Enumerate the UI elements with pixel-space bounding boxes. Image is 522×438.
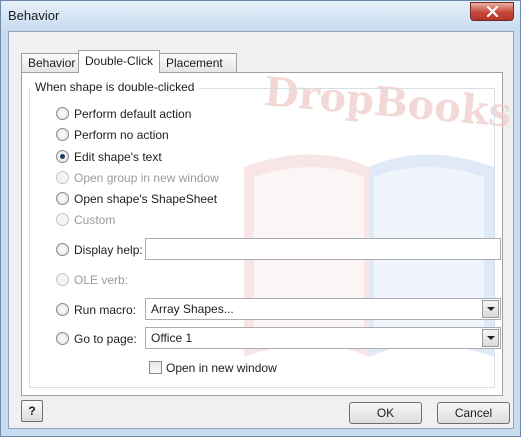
option-display-help[interactable]: Display help: xyxy=(56,242,143,258)
option-open-group: Open group in new window xyxy=(56,170,219,186)
tab-behavior[interactable]: Behavior xyxy=(21,53,79,72)
ok-button[interactable]: OK xyxy=(349,402,422,424)
option-ole-verb: OLE verb: xyxy=(56,272,128,288)
close-button[interactable] xyxy=(470,2,514,21)
radio-icon[interactable] xyxy=(56,128,69,141)
close-icon xyxy=(486,6,499,17)
help-icon: ? xyxy=(28,404,36,418)
radio-icon[interactable] xyxy=(56,332,69,345)
radio-icon[interactable] xyxy=(56,107,69,120)
radio-disabled-icon xyxy=(56,213,69,226)
radio-icon[interactable] xyxy=(56,303,69,316)
option-perform-default[interactable]: Perform default action xyxy=(56,106,191,122)
option-perform-no-action[interactable]: Perform no action xyxy=(56,127,169,143)
go-to-page-value: Office 1 xyxy=(151,331,193,345)
radio-icon[interactable] xyxy=(56,243,69,256)
option-custom: Custom xyxy=(56,212,115,228)
help-button[interactable]: ? xyxy=(21,400,43,422)
go-to-page-select[interactable]: Office 1 xyxy=(145,327,501,349)
run-macro-value: Array Shapes... xyxy=(151,302,234,316)
option-run-macro[interactable]: Run macro: xyxy=(56,302,136,318)
run-macro-select[interactable]: Array Shapes... xyxy=(145,298,501,320)
radio-checked-icon[interactable] xyxy=(56,150,69,163)
groupbox-label: When shape is double-clicked xyxy=(33,80,197,94)
tab-double-click[interactable]: Double-Click xyxy=(78,50,160,73)
option-edit-shape-text[interactable]: Edit shape's text xyxy=(56,149,162,165)
dialog-client-area: Behavior Double-Click Placement DropBook… xyxy=(8,31,514,429)
groupbox-top-line xyxy=(199,88,495,89)
radio-icon[interactable] xyxy=(56,192,69,205)
display-help-input[interactable] xyxy=(145,238,501,260)
option-go-to-page[interactable]: Go to page: xyxy=(56,331,137,347)
chevron-down-icon[interactable] xyxy=(482,329,499,347)
radio-disabled-icon xyxy=(56,171,69,184)
tab-placement[interactable]: Placement xyxy=(159,53,237,72)
behavior-dialog: Behavior Behavior Double-Click Placement… xyxy=(0,0,521,437)
open-in-new-window-checkbox[interactable]: Open in new window xyxy=(149,360,277,376)
cancel-button[interactable]: Cancel xyxy=(437,402,510,424)
chevron-down-icon[interactable] xyxy=(482,300,499,318)
option-open-shapesheet[interactable]: Open shape's ShapeSheet xyxy=(56,191,217,207)
checkbox-icon[interactable] xyxy=(149,361,162,374)
window-title: Behavior xyxy=(8,8,60,23)
radio-disabled-icon xyxy=(56,273,69,286)
